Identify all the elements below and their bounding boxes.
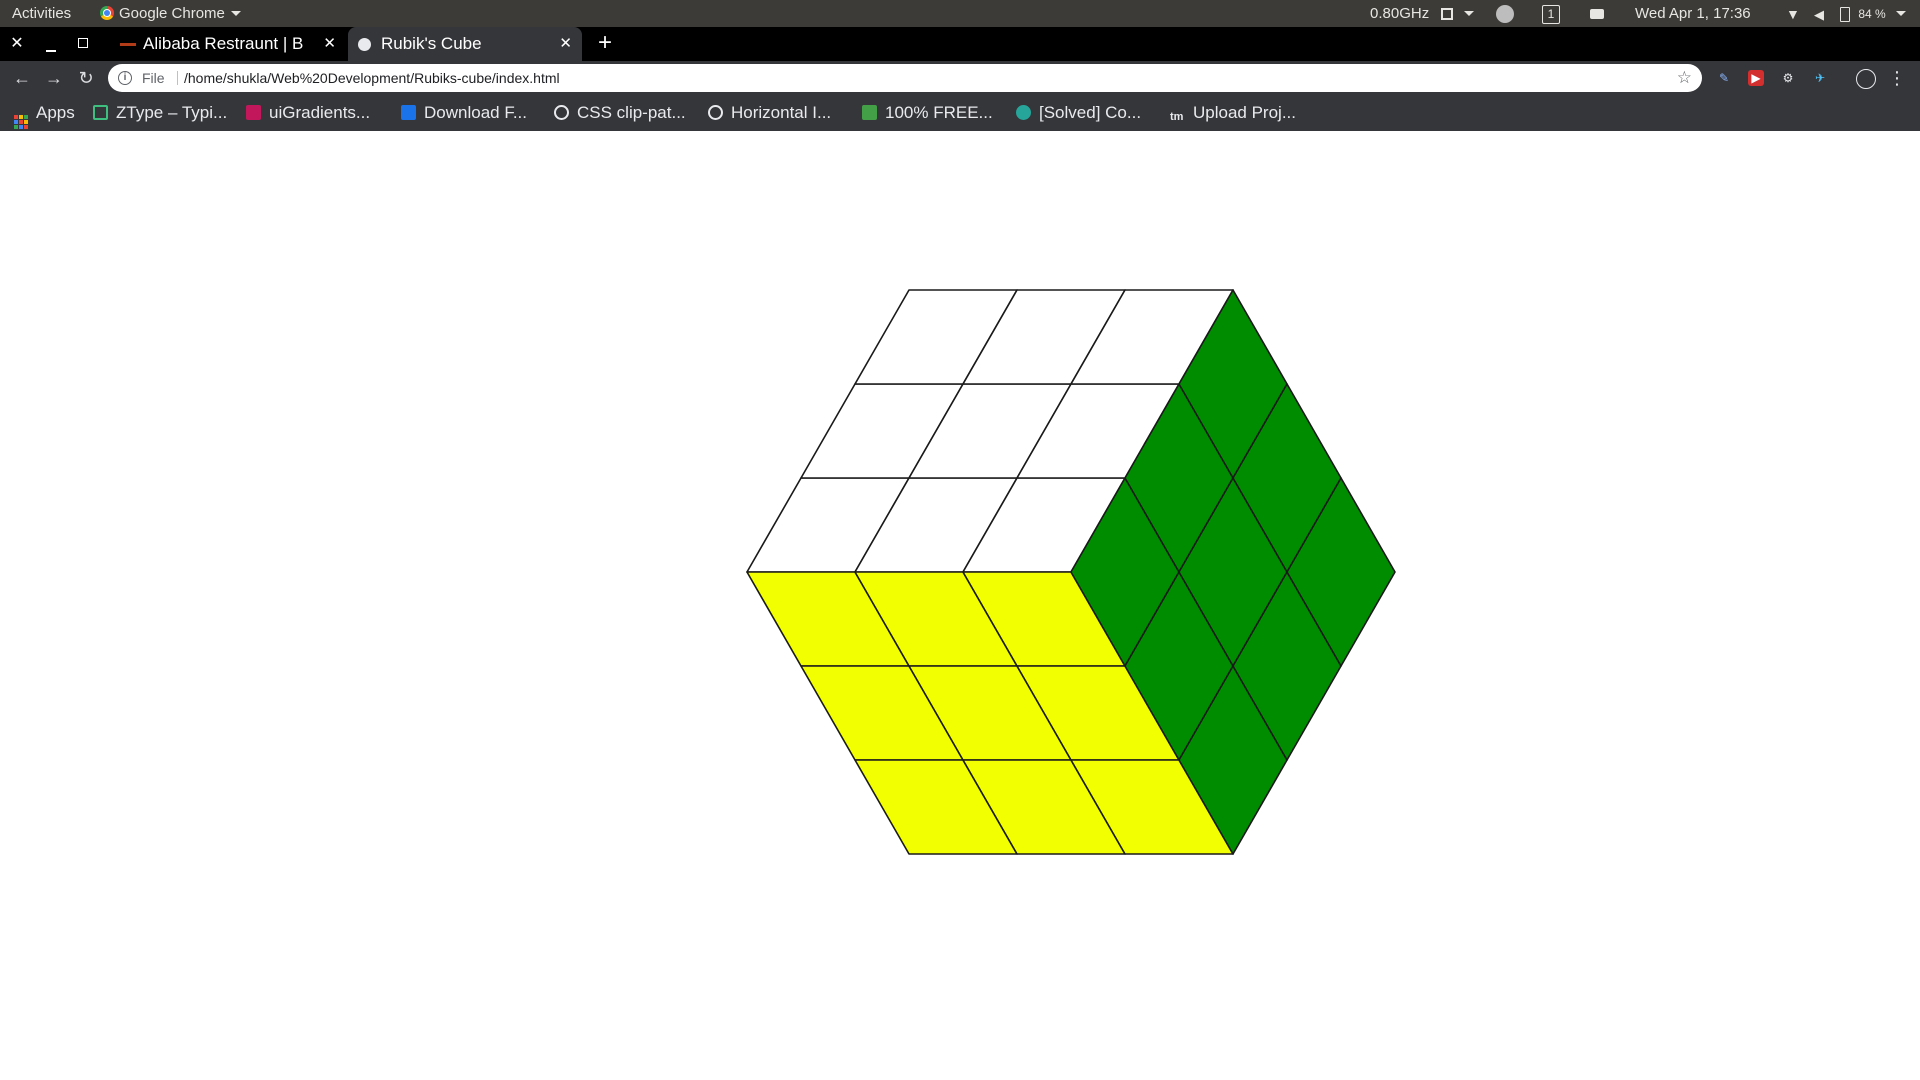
info-icon[interactable]: i [118, 71, 132, 85]
chevron-down-icon [230, 11, 241, 16]
cpu-chip-icon [1441, 8, 1454, 21]
bookmark-label: Upload Proj... [1193, 103, 1296, 122]
mail-icon [1496, 5, 1514, 24]
screenshot-indicator[interactable] [1590, 0, 1604, 27]
bookmark-label: Apps [36, 103, 75, 122]
bookmark-apps[interactable]: Apps [14, 95, 75, 131]
red-extension-icon[interactable]: ▶ [1748, 70, 1764, 86]
wifi-icon: ▼ [1786, 5, 1800, 22]
plane-extension-icon[interactable]: ✈ [1812, 70, 1828, 86]
tool-extension-icon[interactable]: ⚙ [1780, 70, 1796, 86]
tm-icon: tm [1170, 111, 1184, 123]
bookmark-upload-project[interactable]: tm Upload Proj... [1170, 95, 1296, 131]
tab-rubiks-cube[interactable]: Rubik's Cube ✕ [348, 27, 582, 61]
codepen-icon [554, 105, 569, 120]
apps-grid-icon [14, 115, 28, 129]
bookmarks-bar: Apps ZType – Typi... uiGradients... Down… [0, 95, 1920, 131]
download-icon [401, 105, 416, 120]
mail-indicator[interactable] [1496, 0, 1514, 27]
restore-window-button[interactable] [70, 27, 96, 61]
volume-icon: ◀ [1814, 6, 1825, 22]
app-menu-button[interactable]: Google Chrome [100, 0, 241, 27]
clock[interactable]: Wed Apr 1, 17:36 [1635, 0, 1751, 27]
bookmark-label: 100% FREE... [885, 103, 993, 122]
address-bar[interactable]: i File /home/shukla/Web%20Development/Ru… [108, 64, 1702, 92]
chrome-icon [100, 6, 114, 20]
system-menu[interactable]: ▼ ◀ 84 % [1786, 0, 1906, 27]
plus-icon: + [598, 29, 613, 56]
colorpicker-extension-icon[interactable]: ✎ [1716, 70, 1732, 86]
bookmark-star-icon[interactable]: ☆ [1677, 64, 1692, 92]
bookmark-uigradients[interactable]: uiGradients... [246, 95, 370, 131]
menu-kebab-icon[interactable]: ⋮ [1888, 69, 1906, 87]
bookmark-label: ZType – Typi... [116, 103, 228, 122]
rubiks-cube-graphic [746, 289, 1396, 855]
tab-alibaba-restraunt[interactable]: Alibaba Restraunt | Best ✕ [110, 27, 346, 61]
bookmark-100-free[interactable]: 100% FREE... [862, 95, 993, 131]
workspace-indicator[interactable]: 1 [1542, 0, 1560, 27]
minimize-icon [46, 50, 56, 52]
bookmark-label: [Solved] Co... [1039, 103, 1142, 122]
bookmark-label: Horizontal I... [731, 103, 832, 122]
uigradients-icon [246, 105, 261, 120]
activities-button[interactable]: Activities [12, 0, 71, 27]
profile-avatar[interactable] [1856, 69, 1876, 89]
system-top-bar: Activities Google Chrome 0.80GHz 1 Wed A… [0, 0, 1920, 27]
bookmark-ztype[interactable]: ZType – Typi... [93, 95, 227, 131]
new-tab-button[interactable]: + [598, 27, 612, 61]
ztype-icon [93, 105, 108, 120]
solved-icon [1016, 105, 1031, 120]
arrow-left-icon: ← [13, 68, 31, 88]
udemy-icon [862, 105, 877, 120]
reload-icon: ↻ [78, 68, 94, 88]
browser-toolbar: ← → ↻ i File /home/shukla/Web%20Developm… [0, 61, 1920, 95]
forward-button[interactable]: → [40, 61, 68, 95]
scheme-label: File [142, 70, 165, 86]
url-text[interactable]: /home/shukla/Web%20Development/Rubiks-cu… [184, 64, 560, 92]
tab-title: Alibaba Restraunt | Best [143, 34, 303, 53]
app-name: Google Chrome [119, 5, 225, 22]
divider [177, 71, 178, 85]
codepen-icon [708, 105, 723, 120]
back-button[interactable]: ← [8, 61, 36, 95]
bookmark-label: uiGradients... [269, 103, 371, 122]
reload-button[interactable]: ↻ [72, 61, 100, 95]
cpu-freq-indicator[interactable]: 0.80GHz [1370, 0, 1474, 27]
chevron-down-icon [1463, 11, 1474, 16]
battery-label: 84 % [1858, 7, 1886, 21]
cpu-freq-label: 0.80GHz [1370, 5, 1430, 22]
minimize-window-button[interactable] [38, 27, 64, 61]
bookmark-solved[interactable]: [Solved] Co... [1016, 95, 1141, 131]
arrow-right-icon: → [45, 68, 63, 88]
page-content [0, 131, 1920, 1080]
bookmark-download[interactable]: Download F... [401, 95, 527, 131]
close-icon: ✕ [10, 35, 24, 52]
globe-icon [358, 38, 371, 51]
tab-strip: ✕ Alibaba Restraunt | Best ✕ Rubik's Cub… [0, 27, 1920, 61]
bookmark-label: Download F... [424, 103, 527, 122]
bookmark-horizontal[interactable]: Horizontal I... [708, 95, 831, 131]
chevron-down-icon [1895, 11, 1906, 16]
tab-title: Rubik's Cube [381, 34, 482, 53]
alibaba-favicon-icon [120, 43, 136, 46]
tab-close-icon[interactable]: ✕ [323, 27, 336, 61]
tab-close-icon[interactable]: ✕ [559, 27, 572, 61]
close-window-button[interactable]: ✕ [4, 27, 30, 61]
battery-icon [1840, 6, 1851, 22]
bookmark-css-clip-path[interactable]: CSS clip-pat... [554, 95, 686, 131]
workspace-label: 1 [1542, 4, 1560, 24]
restore-icon [78, 38, 88, 48]
bookmark-label: CSS clip-pat... [577, 103, 686, 122]
camera-icon [1590, 9, 1604, 20]
